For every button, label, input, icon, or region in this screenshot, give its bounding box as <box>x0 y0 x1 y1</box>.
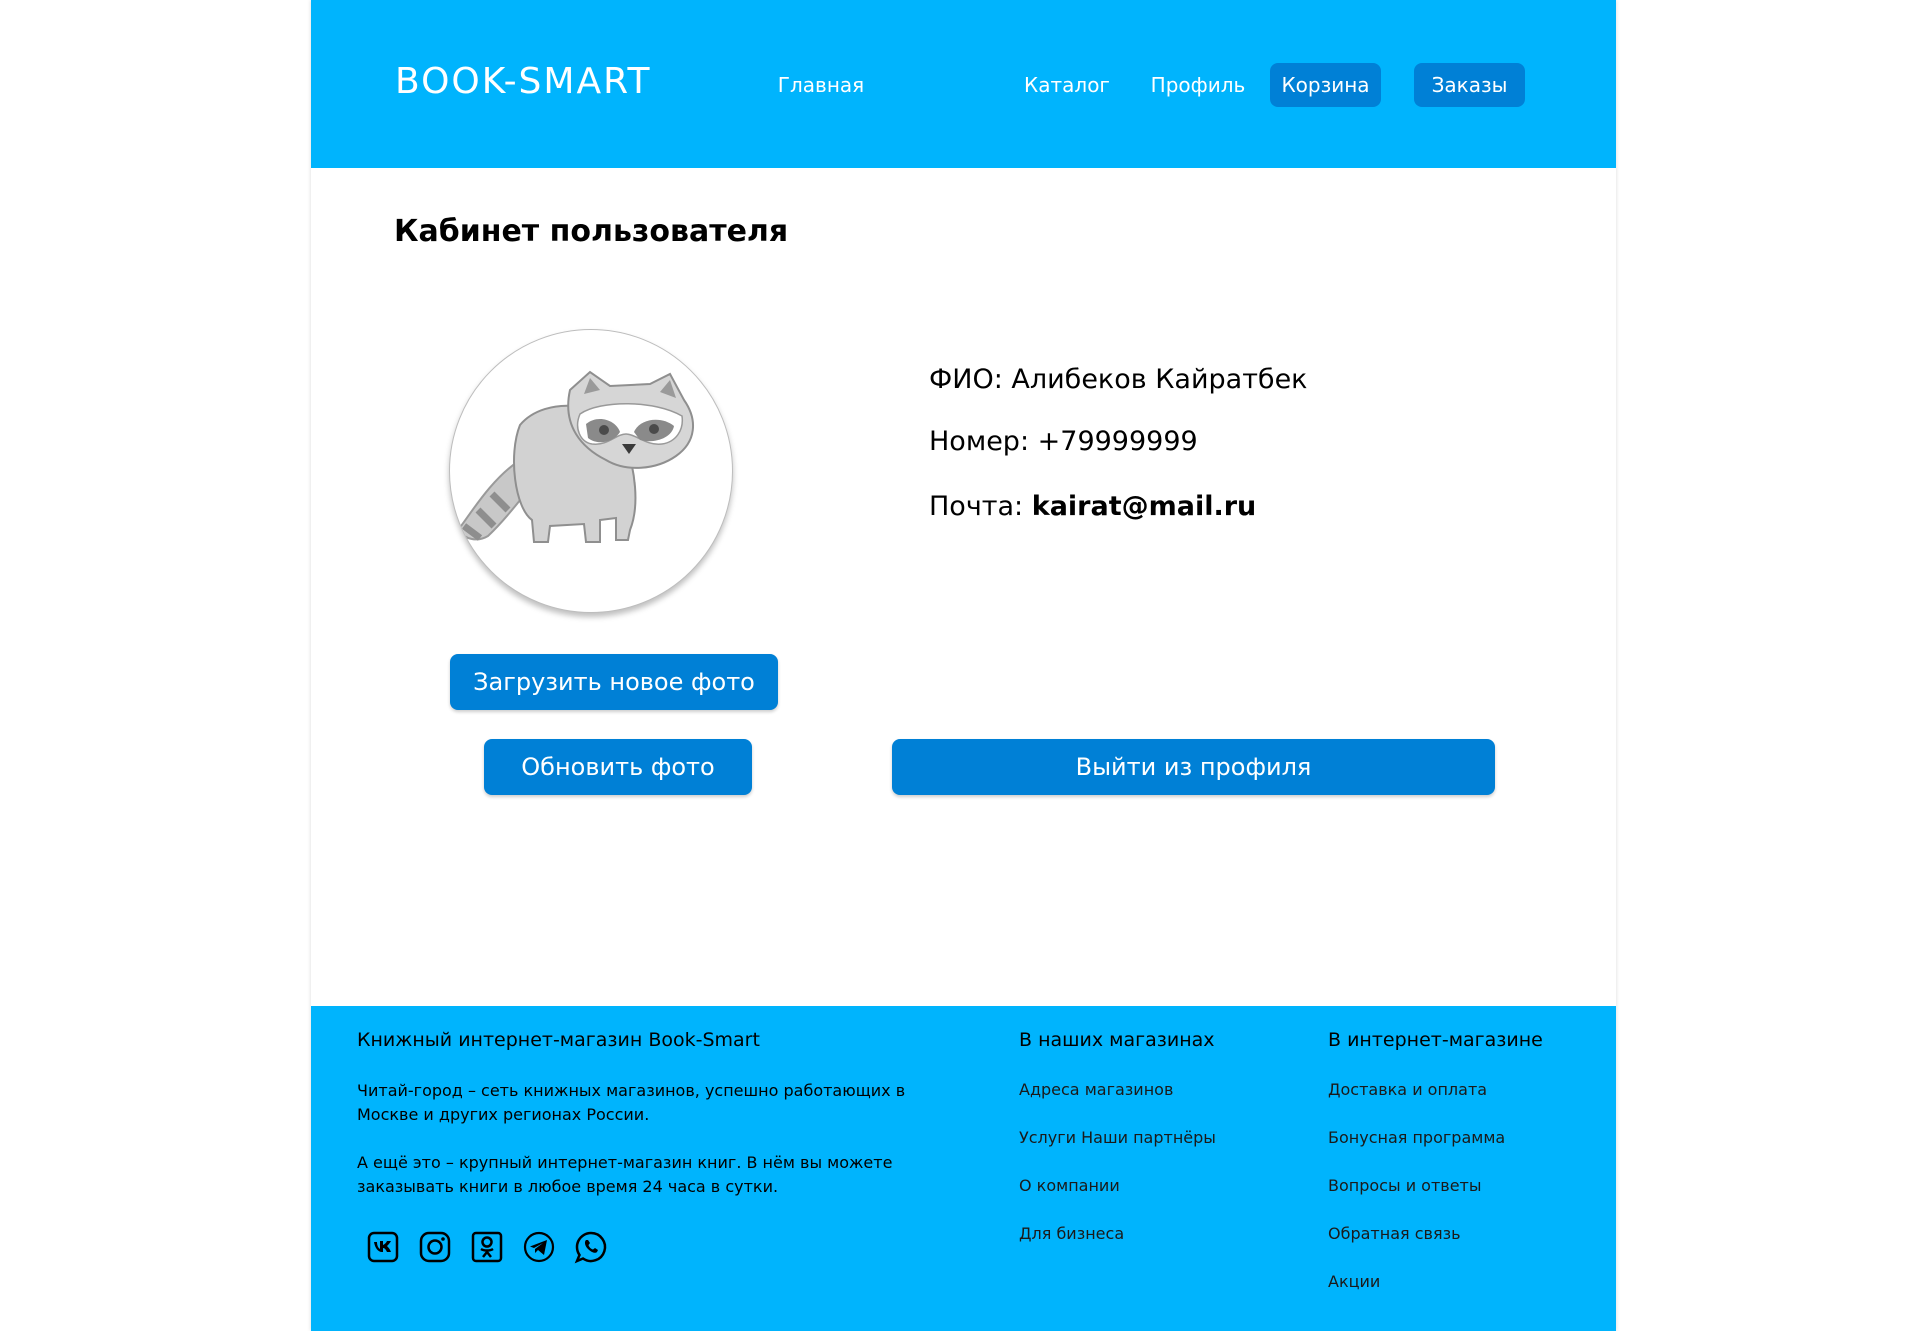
email-line: Почта: kairat@mail.ru <box>929 489 1256 525</box>
phone-label: Номер: <box>929 426 1030 457</box>
instagram-icon[interactable] <box>418 1230 452 1264</box>
email-value: kairat@mail.ru <box>1031 491 1257 522</box>
upload-photo-button[interactable]: Загрузить новое фото <box>450 654 778 710</box>
footer-link-faq[interactable]: Вопросы и ответы <box>1328 1175 1482 1197</box>
footer-about-text-2: А ещё это – крупный интернет-магазин кни… <box>357 1153 893 1196</box>
nav-cart[interactable]: Корзина <box>1270 63 1381 107</box>
nav-orders[interactable]: Заказы <box>1414 63 1525 107</box>
footer-online-title: В интернет-магазине <box>1328 1029 1543 1051</box>
page: BOOK-SMART Главная Каталог Профиль Корзи… <box>311 0 1616 1331</box>
footer-link-store-addresses[interactable]: Адреса магазинов <box>1019 1079 1173 1101</box>
update-photo-button[interactable]: Обновить фото <box>484 739 752 795</box>
odnoklassniki-icon[interactable] <box>470 1230 504 1264</box>
logout-button[interactable]: Выйти из профиля <box>892 739 1495 795</box>
phone-value: +79999999 <box>1037 426 1198 457</box>
footer-link-feedback[interactable]: Обратная связь <box>1328 1223 1461 1245</box>
vk-icon[interactable] <box>366 1230 400 1264</box>
phone-line: Номер: +79999999 <box>929 424 1198 460</box>
nav-profile[interactable]: Профиль <box>1143 63 1253 107</box>
nav-catalog[interactable]: Каталог <box>1017 63 1117 107</box>
footer-link-delivery-payment[interactable]: Доставка и оплата <box>1328 1079 1487 1101</box>
footer-link-about-company[interactable]: О компании <box>1019 1175 1120 1197</box>
footer-link-services-partners[interactable]: Услуги Наши партнёры <box>1019 1127 1216 1149</box>
footer-stores-title: В наших магазинах <box>1019 1029 1215 1051</box>
email-label: Почта: <box>929 491 1024 522</box>
fio-line: ФИО: Алибеков Кайратбек <box>929 362 1308 398</box>
logo[interactable]: BOOK-SMART <box>395 60 651 104</box>
footer-about-text-1: Читай-город – сеть книжных магазинов, ус… <box>357 1081 906 1124</box>
footer-link-promotions[interactable]: Акции <box>1328 1271 1380 1293</box>
avatar <box>449 329 733 613</box>
fio-value: Алибеков Кайратбек <box>1011 364 1308 395</box>
footer-link-for-business[interactable]: Для бизнеса <box>1019 1223 1124 1245</box>
whatsapp-icon[interactable] <box>574 1230 608 1264</box>
raccoon-icon <box>456 370 695 543</box>
footer-about-title: Книжный интернет-магазин Book-Smart <box>357 1029 760 1051</box>
site-header: BOOK-SMART Главная Каталог Профиль Корзи… <box>311 0 1616 168</box>
fio-label: ФИО: <box>929 364 1003 395</box>
nav-home[interactable]: Главная <box>771 63 871 107</box>
footer-link-bonus-program[interactable]: Бонусная программа <box>1328 1127 1505 1149</box>
page-title: Кабинет пользователя <box>394 214 789 249</box>
telegram-icon[interactable] <box>522 1230 556 1264</box>
